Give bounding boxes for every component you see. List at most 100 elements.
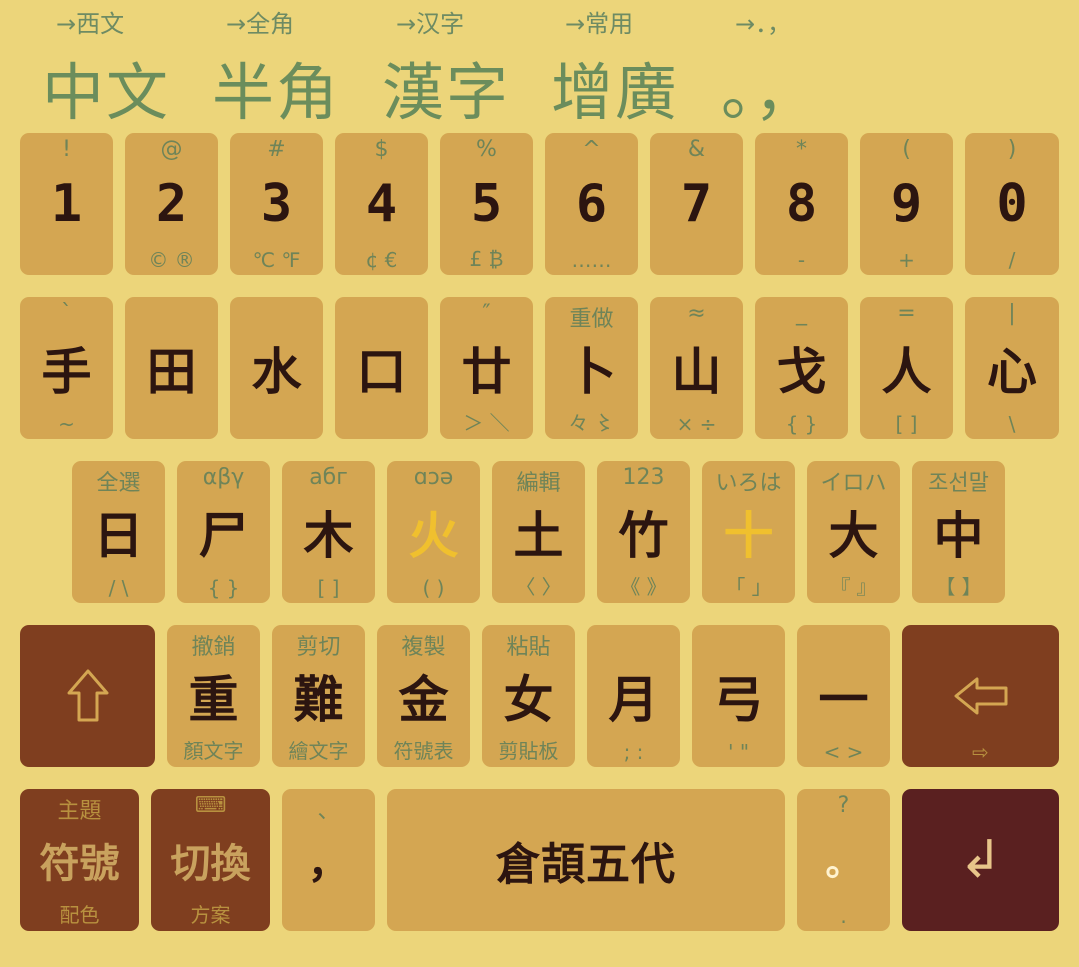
- key-v[interactable]: 粘貼 女 剪貼板: [482, 625, 575, 767]
- key-b[interactable]: 月 ; :: [587, 625, 680, 767]
- cangjie-row-2: 全選 日 / \ αβγ 尸 { } абг 木 [ ] ɑɔə 火 ( ) 編…: [0, 461, 1079, 603]
- key-label: 弓: [713, 671, 764, 729]
- key-label: 心: [987, 343, 1037, 401]
- toolbar-chinese-toggle[interactable]: →西文 中文: [42, 0, 212, 129]
- key-top-hint: ?: [837, 793, 850, 818]
- period-key[interactable]: ? 。 .: [797, 789, 890, 931]
- key-bottom-hint: ⇨: [972, 740, 989, 764]
- key-g[interactable]: 編輯 土 〈 〉: [492, 461, 585, 603]
- key-top-hint: 主題: [57, 799, 102, 824]
- key-label: 山: [671, 343, 722, 401]
- switch-scheme-key[interactable]: ⌨ 切換 方案: [151, 789, 270, 931]
- key-top-hint: イロハ: [820, 471, 887, 496]
- key-top-hint: %: [476, 137, 497, 162]
- key-bottom-hint: 配色: [59, 903, 100, 927]
- key-top-hint: !: [62, 137, 71, 162]
- key-w[interactable]: 田: [125, 297, 218, 439]
- key-label: 倉頡五代: [496, 839, 676, 890]
- key-label: 戈: [776, 343, 827, 401]
- key-label: 4: [365, 174, 398, 234]
- toolbar-charset-toggle[interactable]: →常用 增廣: [551, 0, 721, 129]
- key-top-hint: 全選: [96, 471, 141, 496]
- key-l[interactable]: 조선말 中 【 】: [912, 461, 1005, 603]
- key-c[interactable]: 複製 金 符號表: [377, 625, 470, 767]
- key-z[interactable]: 撤銷 重 顏文字: [167, 625, 260, 767]
- key-top-hint: &: [687, 137, 706, 162]
- key-j[interactable]: いろは 十 「 」: [702, 461, 795, 603]
- toolbar-width-toggle[interactable]: →全角 半角: [212, 0, 382, 129]
- enter-key[interactable]: ↲: [902, 789, 1059, 931]
- key-7[interactable]: & 7: [650, 133, 743, 275]
- key-top-hint: *: [796, 137, 807, 162]
- key-9[interactable]: ( 9 +: [860, 133, 953, 275]
- key-k[interactable]: イロハ 大 『 』: [807, 461, 900, 603]
- space-key[interactable]: 倉頡五代: [387, 789, 785, 931]
- key-top-hint: 複製: [401, 635, 446, 660]
- key-5[interactable]: % 5 £ ₿: [440, 133, 533, 275]
- key-label: 卜: [566, 343, 617, 401]
- key-top-hint: =: [897, 301, 916, 326]
- key-2[interactable]: @ 2 © ®: [125, 133, 218, 275]
- key-p[interactable]: | 心 \: [965, 297, 1059, 439]
- key-top-hint: `: [61, 301, 72, 326]
- key-h[interactable]: 123 竹 《 》: [597, 461, 690, 603]
- key-bottom-hint: 繪文字: [288, 739, 349, 763]
- key-6[interactable]: ^ 6 ……: [545, 133, 638, 275]
- key-e[interactable]: 水: [230, 297, 323, 439]
- key-top-hint: (: [902, 137, 911, 162]
- comma-key[interactable]: 、 ，: [282, 789, 375, 931]
- toolbar-punct-toggle[interactable]: →．， 。，: [721, 0, 891, 129]
- key-label: 中: [933, 507, 984, 565]
- key-top-hint: абг: [309, 465, 348, 490]
- number-row: ! 1 @ 2 © ® # 3 ℃ ℉ $ 4 ¢ € % 5 £ ₿ ^ 6 …: [0, 133, 1079, 275]
- key-top-hint: 조선말: [928, 471, 989, 496]
- toolbar-label: 增廣: [551, 56, 680, 129]
- backspace-key[interactable]: ⇨: [902, 625, 1059, 767]
- key-4[interactable]: $ 4 ¢ €: [335, 133, 428, 275]
- key-d[interactable]: абг 木 [ ]: [282, 461, 375, 603]
- key-u[interactable]: ≈ 山 × ÷: [650, 297, 743, 439]
- toolbar-label: 中文: [42, 56, 171, 129]
- toolbar-label: 。，: [721, 56, 819, 129]
- key-label: 田: [146, 343, 197, 401]
- key-s[interactable]: αβγ 尸 { }: [177, 461, 270, 603]
- key-label: 6: [575, 174, 608, 234]
- key-top-hint: |: [1008, 301, 1016, 326]
- key-3[interactable]: # 3 ℃ ℉: [230, 133, 323, 275]
- key-1[interactable]: ! 1: [20, 133, 113, 275]
- key-t[interactable]: ″ 廿 ＞ ＼: [440, 297, 533, 439]
- key-x[interactable]: 剪切 難 繪文字: [272, 625, 365, 767]
- key-bottom-hint: [ ]: [895, 412, 918, 436]
- shift-key[interactable]: [20, 625, 155, 767]
- key-top-hint: ≈: [687, 301, 706, 326]
- key-bottom-hint: 〈 〉: [515, 575, 562, 599]
- key-label: 水: [251, 343, 302, 401]
- key-bottom-hint: ; :: [623, 740, 644, 764]
- key-o[interactable]: = 人 [ ]: [860, 297, 953, 439]
- key-m[interactable]: 一 < >: [797, 625, 890, 767]
- key-a[interactable]: 全選 日 / \: [72, 461, 165, 603]
- key-bottom-hint: ( ): [422, 576, 445, 600]
- key-n[interactable]: 弓 ' ": [692, 625, 785, 767]
- key-bottom-hint: 方案: [190, 903, 231, 927]
- key-r[interactable]: 口: [335, 297, 428, 439]
- key-f[interactable]: ɑɔə 火 ( ): [387, 461, 480, 603]
- key-q[interactable]: ` 手 ~: [20, 297, 113, 439]
- key-0[interactable]: ) 0 /: [965, 133, 1059, 275]
- key-bottom-hint: ℃ ℉: [252, 248, 301, 272]
- key-bottom-hint: { }: [785, 412, 818, 436]
- key-i[interactable]: _ 戈 { }: [755, 297, 848, 439]
- key-8[interactable]: * 8 -: [755, 133, 848, 275]
- symbols-key[interactable]: 主題 符號 配色: [20, 789, 139, 931]
- key-label: 。: [825, 843, 862, 884]
- key-label: 人: [881, 343, 932, 401]
- toolbar-script-toggle[interactable]: →汉字 漢字: [382, 0, 552, 129]
- key-label: 0: [996, 174, 1028, 234]
- cangjie-row-3: 撤銷 重 顏文字 剪切 難 繪文字 複製 金 符號表 粘貼 女 剪貼板 月 ; …: [0, 625, 1079, 767]
- key-label: 竹: [618, 507, 669, 565]
- key-bottom-hint: × ÷: [676, 412, 717, 436]
- key-y[interactable]: 重做 卜 々 〻: [545, 297, 638, 439]
- key-bottom-hint: -: [797, 248, 806, 272]
- key-top-hint: 剪切: [296, 635, 341, 660]
- key-bottom-hint: { }: [207, 576, 240, 600]
